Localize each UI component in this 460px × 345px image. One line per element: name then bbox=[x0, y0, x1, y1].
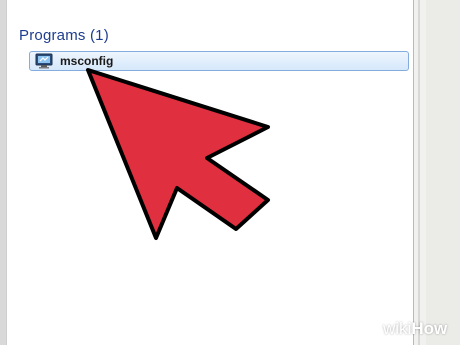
search-result-label: msconfig bbox=[60, 54, 114, 68]
scrollbar-track[interactable] bbox=[414, 0, 460, 345]
search-result-msconfig[interactable]: msconfig bbox=[29, 51, 409, 71]
scrollbar-background bbox=[426, 0, 460, 345]
system-configuration-icon bbox=[35, 53, 53, 69]
scrollbar-edge bbox=[418, 0, 420, 345]
start-menu-search-results: Programs (1) msconfig bbox=[6, 0, 414, 345]
wikihow-watermark: wikiHow bbox=[383, 319, 448, 338]
programs-group-header: Programs (1) bbox=[19, 27, 109, 44]
